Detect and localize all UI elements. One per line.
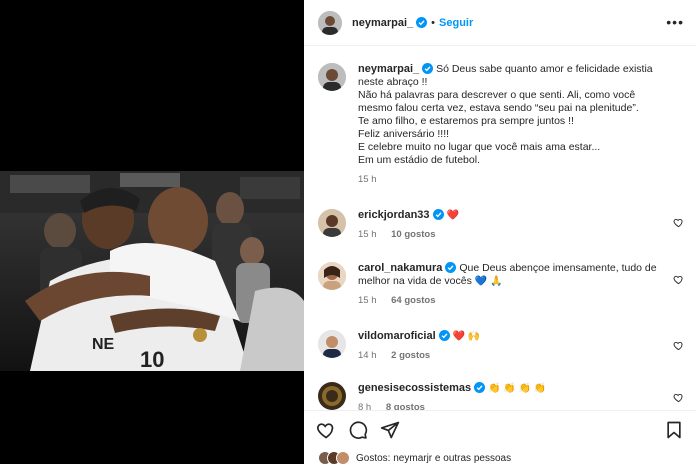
commenter-avatar[interactable] (318, 262, 346, 290)
caption-text: Te amo filho, e estaremos pra sempre jun… (358, 115, 574, 127)
instagram-post-window: NE 10 neymarpai_ • Seguir ••• neymarpai_… (0, 0, 696, 464)
comment-meta: 8 h 8 gostos (358, 401, 662, 410)
verified-icon (432, 209, 444, 220)
comment-item: vildomaroficial ❤️ 🙌 14 h 2 gostos (318, 330, 686, 370)
caption-time[interactable]: 15 h (358, 174, 377, 185)
media-area: NE 10 (0, 0, 304, 464)
comment-emoji: 💙 🙏 (474, 276, 503, 287)
comment-likes[interactable]: 8 gostos (386, 402, 425, 410)
heart-icon[interactable] (673, 392, 684, 403)
caption-body: neymarpai_ Só Deus sabe quanto amor e fe… (358, 63, 662, 186)
heart-icon[interactable] (673, 274, 684, 285)
verified-icon (438, 330, 450, 341)
commenter-username[interactable]: carol_nakamura (358, 262, 442, 274)
follow-button[interactable]: Seguir (439, 17, 473, 29)
caption-text: E celebre muito no lugar que você mais a… (358, 141, 601, 153)
caption-username[interactable]: neymarpai_ (358, 63, 419, 75)
comment-meta: 15 h 64 gostos (358, 294, 662, 307)
commenter-avatar[interactable] (318, 382, 346, 410)
liker-avatar (336, 451, 350, 464)
separator-dot: • (431, 16, 436, 29)
verified-icon (416, 16, 428, 28)
caption-meta: 15 h (358, 173, 662, 186)
author-avatar[interactable] (318, 63, 346, 91)
comment-time[interactable]: 8 h (358, 402, 371, 410)
comment-item: genesisecossistemas 👏 👏 👏 👏 8 h 8 gostos (318, 382, 686, 410)
post-header: neymarpai_ • Seguir ••• (304, 0, 696, 46)
caption-text: Feliz aniversário !!!! (358, 128, 450, 140)
liked-by-text: Gostos: neymarjr e outras pessoas (356, 452, 512, 464)
bookmark-icon[interactable] (664, 420, 684, 440)
comment-likes[interactable]: 10 gostos (391, 229, 435, 240)
comment-time[interactable]: 14 h (358, 350, 377, 361)
comment-emoji: ❤️ (446, 210, 459, 221)
comment-meta: 14 h 2 gostos (358, 349, 662, 362)
more-options-icon[interactable]: ••• (666, 14, 684, 30)
share-icon[interactable] (380, 420, 400, 440)
caption-text: Não há palavras para descrever o que sen… (358, 89, 636, 101)
commenter-username[interactable]: vildomaroficial (358, 330, 436, 342)
svg-text:NE: NE (92, 336, 115, 353)
comment-time[interactable]: 15 h (358, 229, 377, 240)
caption: neymarpai_ Só Deus sabe quanto amor e fe… (318, 63, 686, 203)
comment-body: erickjordan33 ❤️ 15 h 10 gostos (358, 209, 662, 241)
comment-likes[interactable]: 2 gostos (391, 350, 430, 361)
heart-icon[interactable] (673, 340, 684, 351)
comment-item: carol_nakamura Que Deus abençoe imensame… (318, 262, 686, 316)
commenter-avatar[interactable] (318, 209, 346, 237)
author-avatar[interactable] (318, 10, 342, 35)
verified-icon (445, 262, 457, 273)
verified-icon (474, 382, 486, 393)
comment-emoji: ❤️ 🙌 (452, 331, 481, 342)
heart-icon[interactable] (673, 217, 684, 228)
comment-likes[interactable]: 64 gostos (391, 295, 435, 306)
post-actions: Gostos: neymarjr e outras pessoas (304, 410, 696, 464)
comment-item: erickjordan33 ❤️ 15 h 10 gostos (318, 209, 686, 249)
commenter-username[interactable]: genesisecossistemas (358, 382, 471, 394)
comment-icon[interactable] (348, 420, 368, 440)
comment-meta: 15 h 10 gostos (358, 228, 662, 241)
comment-body: carol_nakamura Que Deus abençoe imensame… (358, 262, 662, 307)
caption-text: Só Deus sabe quanto amor e felicidade ex… (436, 63, 653, 75)
caption-text: Em um estádio de futebol. (358, 154, 480, 166)
caption-text: neste abraço !! (358, 76, 428, 88)
comment-emoji: 👏 👏 👏 👏 (488, 383, 547, 394)
commenter-username[interactable]: erickjordan33 (358, 209, 430, 221)
comment-body: vildomaroficial ❤️ 🙌 14 h 2 gostos (358, 330, 662, 362)
svg-text:10: 10 (140, 347, 164, 371)
comment-body: genesisecossistemas 👏 👏 👏 👏 8 h 8 gostos (358, 382, 662, 410)
heart-icon[interactable] (316, 420, 336, 440)
verified-icon (422, 63, 434, 74)
caption-text: mesmo falou certa vez, estava sendo “seu… (358, 102, 639, 114)
comments-list[interactable]: neymarpai_ Só Deus sabe quanto amor e fe… (304, 47, 696, 410)
author-username[interactable]: neymarpai_ (352, 17, 413, 29)
post-photo[interactable]: NE 10 (0, 171, 304, 371)
commenter-avatar[interactable] (318, 330, 346, 358)
liked-by-row[interactable]: Gostos: neymarjr e outras pessoas (318, 451, 511, 464)
post-panel: neymarpai_ • Seguir ••• neymarpai_ Só Deus… (304, 0, 696, 464)
comment-time[interactable]: 15 h (358, 295, 377, 306)
